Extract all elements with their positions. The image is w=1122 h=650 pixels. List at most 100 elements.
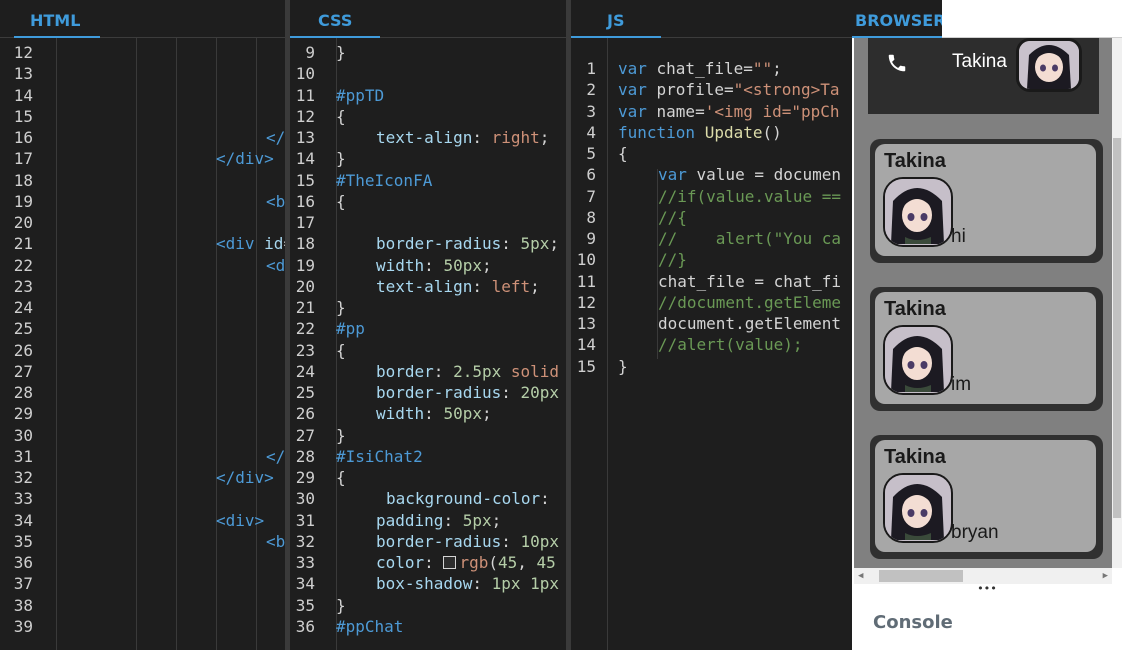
code-line[interactable]: 11 chat_file = chat_fi	[571, 271, 852, 292]
code-line[interactable]: 21 <div id="chat_c	[0, 233, 285, 254]
code-line[interactable]: 9 // alert("You ca	[571, 228, 852, 249]
code-line[interactable]: 13<td	[0, 63, 285, 84]
code-line[interactable]: 33 color: rgb(45, 45	[290, 552, 566, 573]
code-line[interactable]: 16 {	[290, 191, 566, 212]
color-swatch[interactable]	[443, 556, 457, 569]
code-line[interactable]: 10 //}	[571, 249, 852, 270]
code-line[interactable]: 28	[0, 382, 285, 403]
code-token: #IsiChat2	[336, 446, 423, 466]
code-line[interactable]: 12 {	[290, 106, 566, 127]
code-line[interactable]: 27	[0, 361, 285, 382]
code-line[interactable]: 8 //{	[571, 207, 852, 228]
code-line[interactable]: 28 #IsiChat2	[290, 446, 566, 467]
code-line[interactable]: 18	[0, 170, 285, 191]
tab-html[interactable]: HTML	[14, 0, 100, 38]
code-line[interactable]: 38<button	[0, 595, 285, 616]
line-number: 32	[13, 468, 33, 487]
js-editor-pane[interactable]: JS 1 var chat_file=""; 2 var profile="<stro…	[571, 0, 852, 650]
code-line[interactable]: 12<td	[0, 42, 285, 63]
code-line[interactable]: 14}	[290, 148, 566, 169]
code-line[interactable]: 13 document.getElement	[571, 313, 852, 334]
tab-css[interactable]: CSS	[290, 0, 380, 38]
html-code-area[interactable]: 12<td13<td14<td15</tr>16 </table> 17 </div>…	[0, 42, 285, 637]
scrollbar-thumb[interactable]	[879, 570, 963, 582]
code-line[interactable]: 5{	[571, 143, 852, 164]
scroll-left-icon[interactable]: ◀	[858, 571, 863, 581]
code-line[interactable]: 6 var value = documen	[571, 164, 852, 185]
code-line[interactable]: 33	[0, 488, 285, 509]
vertical-scrollbar[interactable]	[1112, 38, 1122, 568]
console-tab[interactable]: Console	[873, 612, 953, 633]
code-line[interactable]: 2 var profile="<strong>Ta	[571, 79, 852, 100]
code-line[interactable]: 22 <div id="ch	[0, 255, 285, 276]
code-line[interactable]: 11 #ppTD	[290, 85, 566, 106]
line-number: 18	[295, 234, 315, 254]
scrollbar-thumb[interactable]	[1113, 138, 1121, 518]
code-line[interactable]: 26	[0, 340, 285, 361]
code-line[interactable]: 13 text-align: right;	[290, 127, 566, 148]
code-line[interactable]: 9}	[290, 42, 566, 63]
code-line[interactable]: 20	[0, 212, 285, 233]
code-line[interactable]: 26 width: 50px;	[290, 403, 566, 424]
code-line[interactable]: 12 //document.getEleme	[571, 292, 852, 313]
code-line[interactable]: 19 width: 50px;	[290, 255, 566, 276]
code-line[interactable]: 15 #TheIconFA	[290, 170, 566, 191]
code-line[interactable]: 4 function Update()	[571, 122, 852, 143]
code-text: {	[618, 143, 628, 164]
avatar	[883, 325, 953, 395]
code-line[interactable]: 37<input	[0, 573, 285, 594]
code-line[interactable]: 32 border-radius: 10px	[290, 531, 566, 552]
code-token: {	[336, 106, 346, 126]
code-line[interactable]: 18 border-radius: 5px;	[290, 233, 566, 254]
html-editor-pane[interactable]: HTML 12<td13<td14<td15</tr>16 </table> 17 <…	[0, 0, 285, 650]
code-line[interactable]: 35}	[290, 595, 566, 616]
code-line[interactable]: 25 border-radius: 20px	[290, 382, 566, 403]
scroll-right-icon[interactable]: ▶	[1103, 571, 1108, 581]
css-code-area[interactable]: 9} 10 11 #ppTD 12{13 text-align: right; 14} 15 #…	[290, 42, 566, 637]
code-line[interactable]: 27}	[290, 425, 566, 446]
tab-browser[interactable]: BROWSER	[852, 0, 946, 38]
code-line[interactable]: 14<td	[0, 85, 285, 106]
code-line[interactable]: 20 text-align: left;	[290, 276, 566, 297]
code-line[interactable]: 17 </div>	[0, 148, 285, 169]
code-line[interactable]: 15}	[571, 356, 852, 377]
code-line[interactable]: 1 var chat_file="";	[571, 58, 852, 79]
code-line[interactable]: 24	[0, 297, 285, 318]
code-line[interactable]: 29</d	[0, 403, 285, 424]
code-line[interactable]: 25<di	[0, 318, 285, 339]
code-line[interactable]: 7 //if(value.value ==	[571, 186, 852, 207]
code-line[interactable]: 15</tr>	[0, 106, 285, 127]
code-line[interactable]: 23 {	[290, 340, 566, 361]
code-line[interactable]: 36<div id	[0, 552, 285, 573]
code-line[interactable]: 14 //alert(value);	[571, 334, 852, 355]
code-line[interactable]: 19 <br>	[0, 191, 285, 212]
css-editor-pane[interactable]: CSS 9} 10 11 #ppTD 12{13 text-align: right; 14…	[290, 0, 566, 650]
tab-js[interactable]: JS	[571, 0, 661, 38]
code-line[interactable]: 22 #pp	[290, 318, 566, 339]
code-line[interactable]: 35 <br>	[0, 531, 285, 552]
code-line[interactable]: 3 var name='<img id="ppCh	[571, 101, 852, 122]
code-line[interactable]: 36 #ppChat	[290, 616, 566, 637]
resize-handle[interactable]: •••	[852, 583, 1122, 598]
code-line[interactable]: 31 padding: 5px;	[290, 510, 566, 531]
code-line[interactable]: 23<div id	[0, 276, 285, 297]
code-line[interactable]: 39</div>	[0, 616, 285, 637]
browser-viewport[interactable]: Takina Takina hi Takina im Takina bryan	[854, 38, 1112, 568]
code-line[interactable]: 29 {	[290, 467, 566, 488]
code-line[interactable]: 17	[290, 212, 566, 233]
code-line[interactable]: 31 </div>	[0, 446, 285, 467]
code-line[interactable]: 34 box-shadow: 1px 1px	[290, 573, 566, 594]
code-line[interactable]: 30 background-color:	[290, 488, 566, 509]
phone-icon[interactable]	[886, 52, 908, 74]
js-code-area[interactable]: 1 var chat_file=""; 2 var profile="<strong>…	[571, 58, 852, 377]
code-line[interactable]: 30</div>	[0, 425, 285, 446]
code-line[interactable]: 21}	[290, 297, 566, 318]
code-line[interactable]: 24 border: 2.5px solid	[290, 361, 566, 382]
code-line[interactable]: 32 </div>	[0, 467, 285, 488]
code-line[interactable]: 16 </table>	[0, 127, 285, 148]
code-line[interactable]: 34 <div>	[0, 510, 285, 531]
code-token: ;	[491, 510, 502, 530]
code-token: }	[336, 43, 346, 62]
code-line[interactable]: 10	[290, 63, 566, 84]
line-number: 4	[586, 122, 596, 142]
